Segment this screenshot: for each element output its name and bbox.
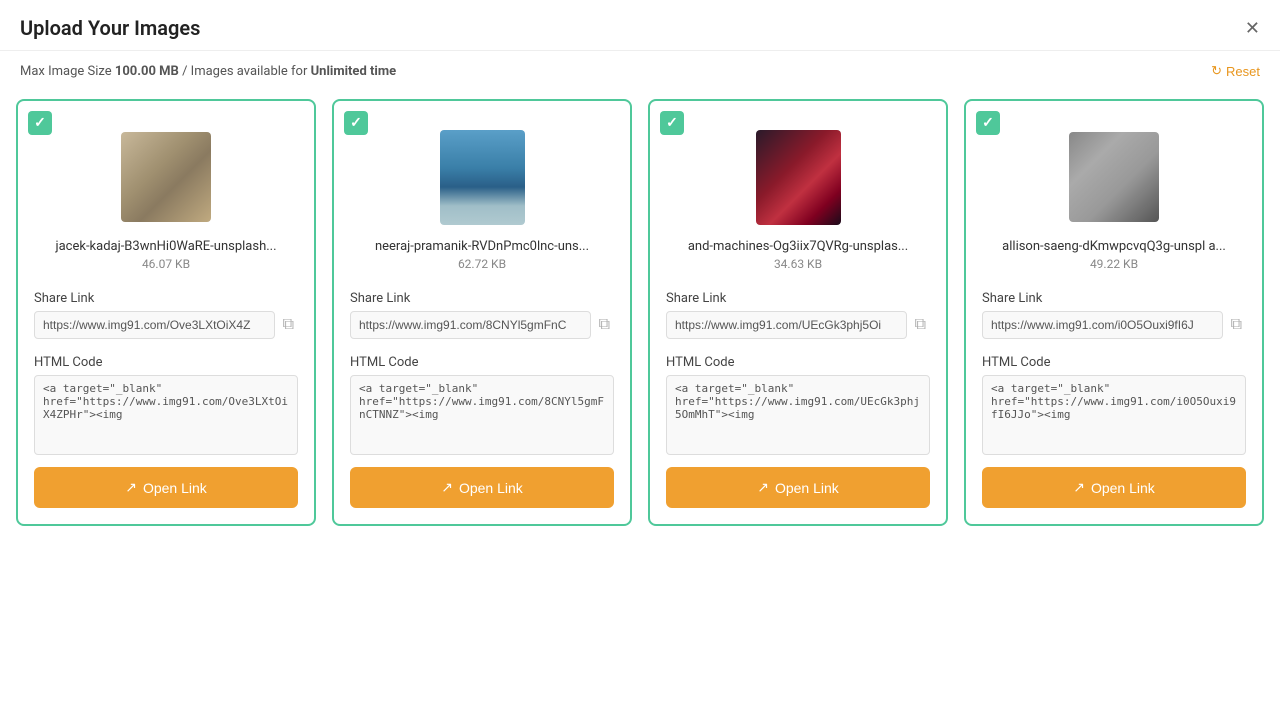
copy-share-link-button-4[interactable]: ⧉ [1227,314,1246,336]
share-link-row-4: ⧉ [982,311,1246,339]
share-link-input-1[interactable] [34,311,275,339]
open-link-label-2: Open Link [459,480,523,496]
open-link-label-4: Open Link [1091,480,1155,496]
close-button[interactable]: ✕ [1245,18,1260,39]
check-badge-2: ✓ [344,111,368,135]
html-code-textarea-2[interactable]: <a target="_blank" href="https://www.img… [350,375,614,455]
info-bar: Max Image Size 100.00 MB / Images availa… [0,51,1280,91]
card-2: ✓ neeraj-pramanik-RVDnPmc0lnc-uns... 62.… [332,99,632,526]
share-link-input-3[interactable] [666,311,907,339]
open-link-icon-2: ↗ [441,479,453,496]
html-code-textarea-1[interactable]: <a target="_blank" href="https://www.img… [34,375,298,455]
image-container-4 [1049,127,1179,227]
open-link-label-3: Open Link [775,480,839,496]
filename-3: and-machines-Og3iix7QVRg-unsplas... [688,239,908,254]
reset-icon: ↻ [1211,63,1222,79]
reset-label: Reset [1226,64,1260,79]
open-link-button-2[interactable]: ↗ Open Link [350,467,614,508]
page-title: Upload Your Images [20,16,200,40]
share-link-label-3: Share Link [666,291,726,306]
check-badge-3: ✓ [660,111,684,135]
share-link-input-2[interactable] [350,311,591,339]
image-4 [1069,132,1159,222]
share-link-label-4: Share Link [982,291,1042,306]
header: Upload Your Images ✕ [0,0,1280,51]
share-link-row-2: ⧉ [350,311,614,339]
html-code-textarea-3[interactable]: <a target="_blank" href="https://www.img… [666,375,930,455]
filesize-3: 34.63 KB [774,257,822,271]
open-link-label-1: Open Link [143,480,207,496]
copy-share-link-button-3[interactable]: ⧉ [911,314,930,336]
filename-4: allison-saeng-dKmwpcvqQ3g-unspl a... [1002,239,1226,254]
image-3 [756,130,841,225]
filesize-4: 49.22 KB [1090,257,1138,271]
open-link-icon-1: ↗ [125,479,137,496]
card-4: ✓ allison-saeng-dKmwpcvqQ3g-unspl a... 4… [964,99,1264,526]
open-link-button-4[interactable]: ↗ Open Link [982,467,1246,508]
open-link-icon-3: ↗ [757,479,769,496]
image-1 [121,132,211,222]
card-3: ✓ and-machines-Og3iix7QVRg-unsplas... 34… [648,99,948,526]
cards-container: ✓ jacek-kadaj-B3wnHi0WaRE-unsplash... 46… [0,91,1280,542]
share-link-input-4[interactable] [982,311,1223,339]
share-link-row-1: ⧉ [34,311,298,339]
html-code-label-2: HTML Code [350,355,419,370]
check-badge-1: ✓ [28,111,52,135]
filesize-1: 46.07 KB [142,257,190,271]
filename-2: neeraj-pramanik-RVDnPmc0lnc-uns... [375,239,589,254]
filesize-2: 62.72 KB [458,257,506,271]
image-2 [440,130,525,225]
image-container-1 [101,127,231,227]
html-code-label-4: HTML Code [982,355,1051,370]
copy-share-link-button-1[interactable]: ⧉ [279,314,298,336]
open-link-button-3[interactable]: ↗ Open Link [666,467,930,508]
info-text: Max Image Size 100.00 MB / Images availa… [20,64,396,79]
share-link-label-2: Share Link [350,291,410,306]
card-1: ✓ jacek-kadaj-B3wnHi0WaRE-unsplash... 46… [16,99,316,526]
check-badge-4: ✓ [976,111,1000,135]
share-link-label-1: Share Link [34,291,94,306]
html-code-textarea-4[interactable]: <a target="_blank" href="https://www.img… [982,375,1246,455]
html-code-label-3: HTML Code [666,355,735,370]
reset-button[interactable]: ↻ Reset [1211,63,1260,79]
image-container-3 [733,127,863,227]
open-link-icon-4: ↗ [1073,479,1085,496]
share-link-row-3: ⧉ [666,311,930,339]
html-code-label-1: HTML Code [34,355,103,370]
filename-1: jacek-kadaj-B3wnHi0WaRE-unsplash... [55,239,276,254]
copy-share-link-button-2[interactable]: ⧉ [595,314,614,336]
open-link-button-1[interactable]: ↗ Open Link [34,467,298,508]
image-container-2 [417,127,547,227]
